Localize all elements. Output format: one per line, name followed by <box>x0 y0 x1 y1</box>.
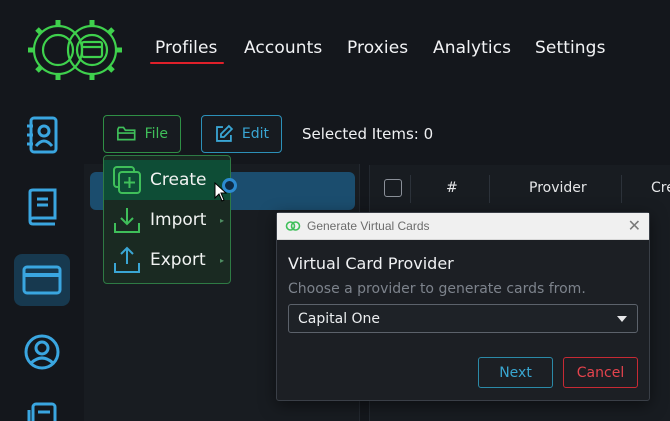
column-header-provider[interactable]: Provider <box>529 180 587 196</box>
submenu-arrow-icon: ▸ <box>219 215 224 225</box>
provider-select[interactable]: Capital One <box>288 304 638 333</box>
sidebar-item-book[interactable] <box>14 181 70 233</box>
dialog-heading: Virtual Card Provider <box>288 254 454 273</box>
column-divider <box>621 175 622 203</box>
import-icon <box>114 208 140 233</box>
menu-item-create-label: Create <box>150 170 207 190</box>
column-divider <box>410 175 411 203</box>
create-square-icon <box>113 166 141 194</box>
nav-accounts[interactable]: Accounts <box>244 38 322 58</box>
menu-item-create[interactable]: Create <box>104 160 230 200</box>
chevron-down-icon <box>617 316 627 322</box>
gear-logo-icon <box>28 20 122 80</box>
credit-card-icon <box>22 265 62 295</box>
nav-active-underline <box>150 62 224 64</box>
column-header-index[interactable]: # <box>446 180 458 196</box>
edit-button-label: Edit <box>241 126 269 142</box>
documents-icon <box>27 402 57 421</box>
nav-proxies[interactable]: Proxies <box>347 38 408 58</box>
folder-icon <box>117 126 136 141</box>
cancel-button[interactable]: Cancel <box>563 357 638 388</box>
select-all-checkbox[interactable] <box>384 179 402 197</box>
provider-select-value: Capital One <box>298 310 381 327</box>
nav-analytics[interactable]: Analytics <box>433 38 511 58</box>
dialog-titlebar[interactable]: Generate Virtual Cards ✕ <box>277 213 649 240</box>
column-divider <box>489 175 490 203</box>
file-button-label: File <box>144 126 168 142</box>
mouse-cursor-icon <box>214 182 228 202</box>
menu-item-import-label: Import <box>150 210 207 230</box>
column-header-created[interactable]: Cre <box>651 180 670 196</box>
next-button[interactable]: Next <box>478 357 553 388</box>
edit-icon <box>216 124 234 142</box>
book-icon <box>28 188 57 226</box>
dialog-title: Generate Virtual Cards <box>307 219 430 233</box>
export-icon <box>114 246 140 273</box>
menu-item-import[interactable]: Import ▸ <box>104 200 230 240</box>
close-icon[interactable]: ✕ <box>628 217 641 235</box>
sidebar-item-cards[interactable] <box>14 254 70 306</box>
nav-settings[interactable]: Settings <box>535 38 606 58</box>
file-button[interactable]: File <box>103 115 181 153</box>
contacts-book-icon <box>27 116 58 154</box>
nav-profiles[interactable]: Profiles <box>155 38 218 58</box>
dialog-subtitle: Choose a provider to generate cards from… <box>288 281 586 297</box>
selected-items-count: Selected Items: 0 <box>302 125 434 143</box>
sidebar-item-documents[interactable] <box>14 396 70 421</box>
sidebar-item-user[interactable] <box>14 326 70 378</box>
submenu-arrow-icon: ▸ <box>219 255 224 265</box>
menu-item-export[interactable]: Export ▸ <box>104 240 230 280</box>
menu-item-export-label: Export <box>150 250 206 270</box>
sidebar-item-contacts[interactable] <box>14 109 70 161</box>
edit-button[interactable]: Edit <box>201 115 282 153</box>
app-logo-icon <box>285 221 301 231</box>
user-circle-icon <box>24 334 60 370</box>
